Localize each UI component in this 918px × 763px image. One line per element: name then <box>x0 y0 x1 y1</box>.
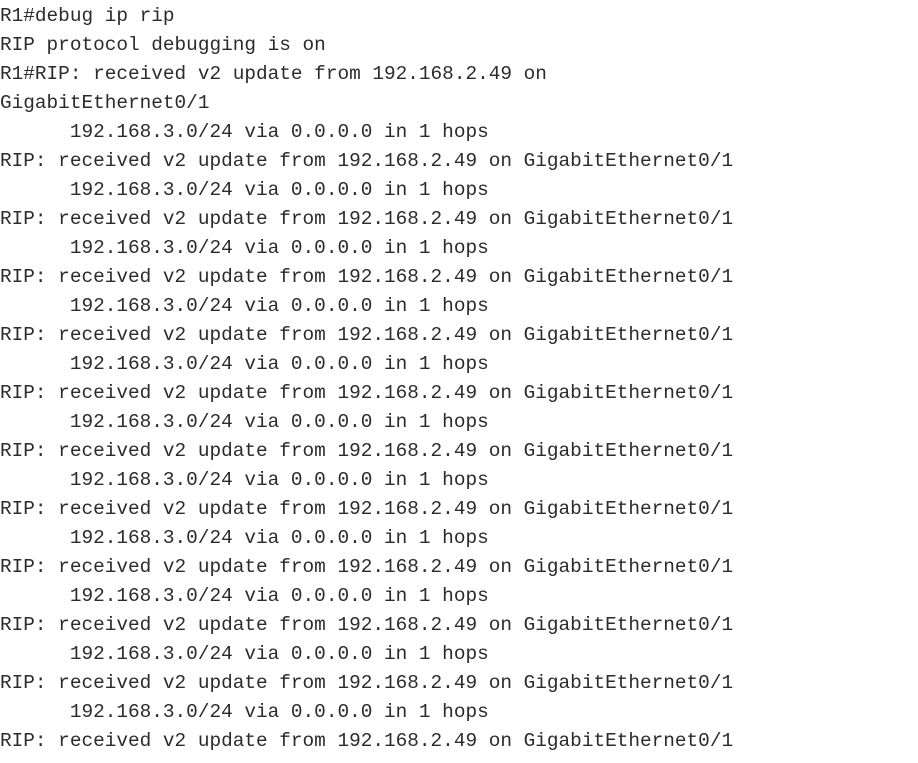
console-line: R1#RIP: received v2 update from 192.168.… <box>0 63 547 85</box>
console-line: RIP: received v2 update from 192.168.2.4… <box>0 382 734 404</box>
console-line: RIP: received v2 update from 192.168.2.4… <box>0 324 734 346</box>
console-line: RIP: received v2 update from 192.168.2.4… <box>0 266 734 288</box>
console-line: RIP: received v2 update from 192.168.2.4… <box>0 614 734 636</box>
console-line: GigabitEthernet0/1 <box>0 92 210 114</box>
console-line: RIP: received v2 update from 192.168.2.4… <box>0 150 734 172</box>
console-line: 192.168.3.0/24 via 0.0.0.0 in 1 hops <box>0 643 489 665</box>
console-line: R1#debug ip rip <box>0 5 175 27</box>
console-line: RIP: received v2 update from 192.168.2.4… <box>0 440 734 462</box>
console-line: RIP: received v2 update from 192.168.2.4… <box>0 730 734 752</box>
console-line: 192.168.3.0/24 via 0.0.0.0 in 1 hops <box>0 237 489 259</box>
terminal-console[interactable]: R1#debug ip rip RIP protocol debugging is… <box>0 0 918 763</box>
console-line: RIP protocol debugging is on <box>0 34 326 56</box>
console-line: 192.168.3.0/24 via 0.0.0.0 in 1 hops <box>0 353 489 375</box>
console-line: 192.168.3.0/24 via 0.0.0.0 in 1 hops <box>0 179 489 201</box>
console-line: 192.168.3.0/24 via 0.0.0.0 in 1 hops <box>0 411 489 433</box>
console-line: RIP: received v2 update from 192.168.2.4… <box>0 208 734 230</box>
console-line: RIP: received v2 update from 192.168.2.4… <box>0 672 734 694</box>
console-line: 192.168.3.0/24 via 0.0.0.0 in 1 hops <box>0 585 489 607</box>
console-line: 192.168.3.0/24 via 0.0.0.0 in 1 hops <box>0 121 489 143</box>
console-output-text: R1#debug ip rip RIP protocol debugging is… <box>0 0 918 756</box>
console-line: 192.168.3.0/24 via 0.0.0.0 in 1 hops <box>0 527 489 549</box>
console-line: RIP: received v2 update from 192.168.2.4… <box>0 556 734 578</box>
console-line: 192.168.3.0/24 via 0.0.0.0 in 1 hops <box>0 295 489 317</box>
console-line: 192.168.3.0/24 via 0.0.0.0 in 1 hops <box>0 701 489 723</box>
console-line: 192.168.3.0/24 via 0.0.0.0 in 1 hops <box>0 469 489 491</box>
console-line: RIP: received v2 update from 192.168.2.4… <box>0 498 734 520</box>
